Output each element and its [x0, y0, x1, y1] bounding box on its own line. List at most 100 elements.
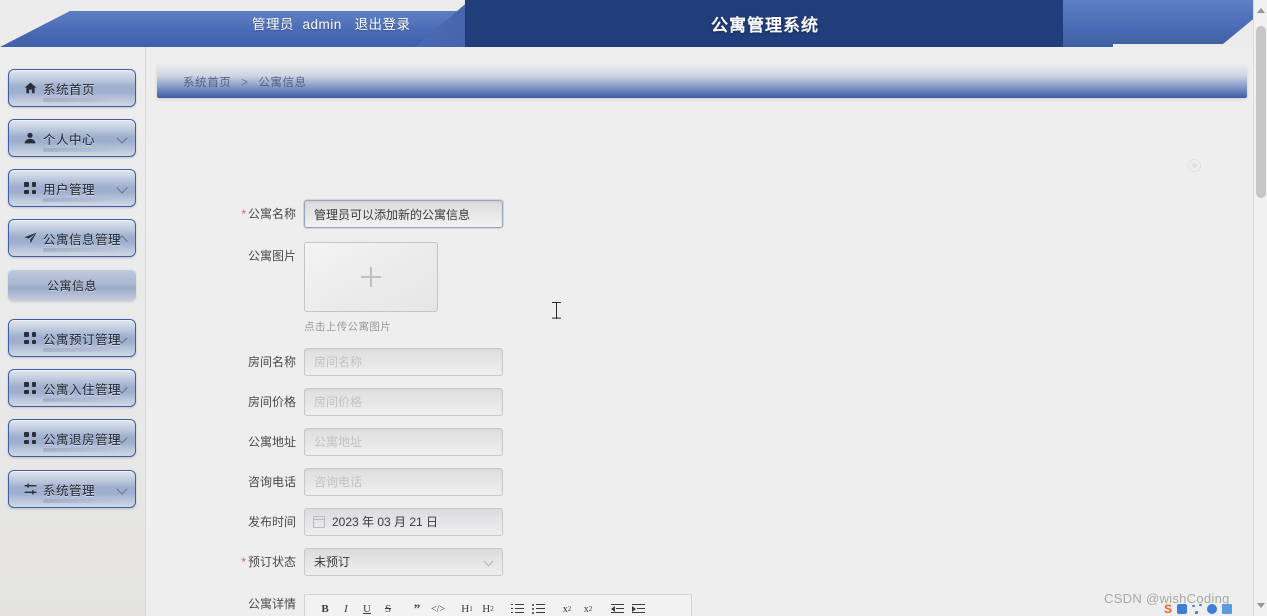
top-header: 管理员 admin 退出登录 公寓管理系统: [0, 0, 1267, 47]
code-block-icon[interactable]: </>: [430, 602, 446, 616]
logout-link[interactable]: 退出登录: [355, 17, 411, 32]
chevron-down-icon: [118, 183, 127, 192]
sidebar-item-label: 公寓预订管理: [43, 332, 122, 347]
field-publish-time: 发布时间 2023 年 03 月 21 日: [146, 508, 566, 536]
sidebar-item-user-management[interactable]: 用户管理: [8, 169, 136, 207]
publish-time-label: 发布时间: [247, 515, 296, 529]
ime-toolbar[interactable]: S: [1164, 601, 1233, 616]
chevron-down-icon: [485, 558, 493, 566]
app-title: 公寓管理系统: [711, 16, 819, 35]
apartment-address-input[interactable]: [304, 428, 503, 456]
bold-icon[interactable]: B: [317, 602, 333, 616]
breadcrumb-separator: >: [241, 77, 249, 89]
room-name-input[interactable]: [304, 348, 503, 376]
sidebar-item-apartment-info-management[interactable]: 公寓信息管理: [8, 219, 136, 257]
blockquote-icon[interactable]: ”: [409, 602, 425, 616]
room-price-input[interactable]: [304, 388, 503, 416]
apartment-name-input[interactable]: [304, 200, 503, 228]
room-name-label: 房间名称: [247, 355, 296, 369]
underline-icon[interactable]: U: [359, 602, 375, 616]
field-room-price: 房间价格: [146, 388, 566, 416]
scroll-up-icon[interactable]: [1257, 8, 1265, 13]
sidebar-item-profile[interactable]: 个人中心: [8, 119, 136, 157]
italic-icon[interactable]: I: [338, 602, 354, 616]
field-apartment-detail: 公寓详情 B I U S ” </> H1 H2 x 2 x 2: [146, 590, 706, 616]
user-name-label: admin: [302, 17, 342, 32]
menu-sheen: [43, 448, 121, 452]
booking-status-label: * 预订状态: [241, 555, 296, 569]
home-icon: [17, 82, 43, 94]
subscript-icon[interactable]: x2: [559, 602, 575, 616]
sidebar-item-label: 系统管理: [43, 483, 96, 498]
sidebar-subitem-label: 公寓信息: [46, 278, 97, 293]
rich-text-editor: B I U S ” </> H1 H2 x 2 x 2: [304, 594, 692, 616]
sidebar-item-label: 公寓退房管理: [43, 432, 122, 447]
field-apartment-name: * 公寓名称: [146, 200, 566, 228]
sogou-logo-icon[interactable]: S: [1164, 603, 1172, 615]
menu-sheen: [43, 499, 121, 503]
send-icon: [17, 232, 43, 244]
sidebar-item-label: 系统首页: [43, 82, 96, 97]
field-room-name: 房间名称: [146, 348, 566, 376]
chevron-down-icon: [118, 433, 127, 442]
sidebar-item-label: 用户管理: [43, 182, 96, 197]
menu-sheen: [43, 398, 121, 402]
contact-phone-input[interactable]: [304, 468, 503, 496]
sidebar-subitem-apartment-info[interactable]: 公寓信息: [8, 269, 136, 301]
contact-phone-label: 咨询电话: [247, 475, 296, 489]
sidebar-item-label: 公寓入住管理: [43, 382, 122, 397]
sidebar: 系统首页 个人中心 用户管理 公寓信息管理 公寓信息 公寓预订管理 公寓入住管理…: [0, 47, 146, 616]
indent-decrease-icon[interactable]: [609, 602, 625, 616]
indent-increase-icon[interactable]: [630, 602, 646, 616]
ime-mode-icon[interactable]: [1177, 603, 1188, 614]
publish-time-value: 2023 年 03 月 21 日: [332, 515, 439, 529]
scrollbar-thumb[interactable]: [1256, 26, 1266, 198]
field-contact-phone: 咨询电话: [146, 468, 566, 496]
apartment-address-label: 公寓地址: [247, 435, 296, 449]
breadcrumb-current: 公寓信息: [258, 77, 307, 89]
breadcrumb-home[interactable]: 系统首页: [183, 77, 231, 89]
apartment-image-upload-box[interactable]: [304, 242, 438, 312]
chevron-down-icon: [118, 133, 127, 142]
breadcrumb-bar: 系统首页 > 公寓信息: [157, 65, 1247, 98]
editor-toolbar-row-1: B I U S ” </> H1 H2 x 2 x 2: [305, 600, 691, 616]
sidebar-item-home[interactable]: 系统首页: [8, 69, 136, 107]
strikethrough-icon[interactable]: S: [380, 602, 396, 616]
menu-sheen: [43, 348, 121, 352]
apartment-detail-label: 公寓详情: [247, 597, 296, 611]
app-root: 管理员 admin 退出登录 公寓管理系统 系统首页 个人中心 用户管理 公寓信…: [0, 0, 1267, 616]
booking-status-select[interactable]: 未预订: [304, 548, 503, 576]
scroll-down-icon[interactable]: [1257, 603, 1265, 608]
menu-sheen: [43, 198, 121, 202]
heading-2-icon[interactable]: H2: [480, 602, 496, 616]
sidebar-item-label: 公寓信息管理: [43, 232, 122, 247]
sidebar-item-booking-management[interactable]: 公寓预订管理: [8, 319, 136, 357]
booking-status-value: 未预订: [314, 555, 351, 569]
grid-icon: [17, 432, 43, 444]
grid-icon: [17, 382, 43, 394]
menu-sheen: [43, 148, 121, 152]
grid-icon: [17, 182, 43, 194]
ime-tools-icon[interactable]: [1192, 603, 1203, 614]
heading-1-icon[interactable]: H1: [459, 602, 475, 616]
menu-sheen: [43, 248, 121, 252]
room-price-label: 房间价格: [247, 395, 296, 409]
page-scrollbar[interactable]: [1253, 0, 1267, 616]
publish-time-datepicker[interactable]: 2023 年 03 月 21 日: [304, 508, 503, 536]
plus-icon: [361, 267, 381, 287]
settings-icon: [17, 483, 43, 495]
ime-keyboard-icon[interactable]: [1222, 603, 1233, 614]
ime-emoji-icon[interactable]: [1207, 603, 1218, 614]
superscript-icon[interactable]: x2: [580, 602, 596, 616]
sidebar-item-checkin-management[interactable]: 公寓入住管理: [8, 369, 136, 407]
chevron-down-icon: [118, 484, 127, 493]
ordered-list-icon[interactable]: [509, 602, 525, 616]
bullet-list-icon[interactable]: [530, 602, 546, 616]
user-icon: [17, 132, 43, 144]
required-marker: *: [241, 555, 246, 569]
apartment-image-label: 公寓图片: [247, 249, 296, 263]
sidebar-item-checkout-management[interactable]: 公寓退房管理: [8, 419, 136, 457]
menu-sheen: [43, 98, 121, 102]
sidebar-item-system-management[interactable]: 系统管理: [8, 470, 136, 508]
sidebar-item-label: 个人中心: [43, 132, 96, 147]
